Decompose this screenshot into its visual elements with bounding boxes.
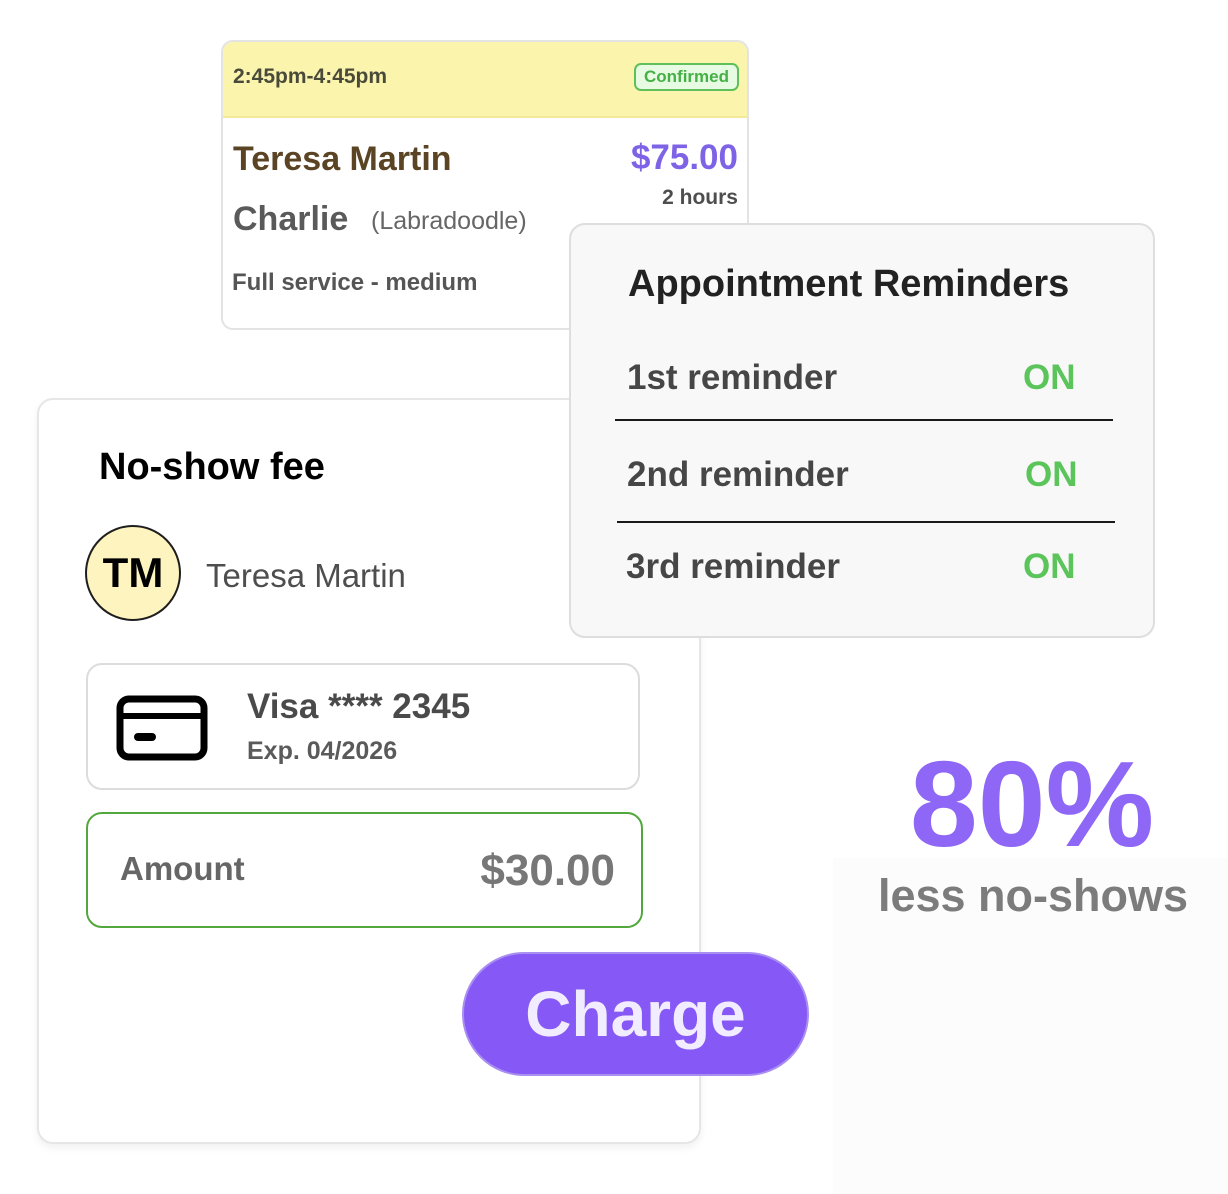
appointment-price: $75.00 xyxy=(630,138,738,177)
appointment-time: 2:45pm-4:45pm xyxy=(233,65,388,88)
reminder-status[interactable]: ON xyxy=(1023,358,1076,398)
client-name: Teresa Martin xyxy=(233,140,452,178)
stat-value: 80% xyxy=(909,736,1155,872)
payment-card[interactable]: Visa **** 2345 Exp. 04/2026 xyxy=(86,663,640,790)
charge-button[interactable]: Charge xyxy=(462,952,809,1076)
reminder-label: 1st reminder xyxy=(627,358,838,397)
reminder-label: 2nd reminder xyxy=(627,455,849,494)
status-badge: Confirmed xyxy=(634,63,739,91)
divider xyxy=(617,521,1115,523)
card-expiry: Exp. 04/2026 xyxy=(247,737,398,765)
appointment-header: 2:45pm-4:45pm Confirmed xyxy=(223,42,747,118)
amount-label: Amount xyxy=(120,850,245,887)
reminder-status[interactable]: ON xyxy=(1025,455,1078,495)
appointment-duration: 2 hours xyxy=(662,186,738,209)
no-show-title: No-show fee xyxy=(99,446,325,488)
pet-name: Charlie xyxy=(233,200,349,238)
pet-breed: (Labradoodle) xyxy=(371,207,527,235)
avatar-initials: TM xyxy=(102,549,164,596)
credit-card-icon xyxy=(116,695,208,761)
service-name: Full service - medium xyxy=(232,269,478,296)
reminder-label: 3rd reminder xyxy=(626,547,840,586)
divider xyxy=(615,419,1113,421)
reminder-row[interactable]: 2nd reminder ON xyxy=(615,455,1115,515)
stat-caption: less no-shows xyxy=(877,870,1189,921)
reminder-row[interactable]: 3rd reminder ON xyxy=(615,547,1115,607)
reminders-title: Appointment Reminders xyxy=(628,263,1070,305)
no-show-client-name: Teresa Martin xyxy=(206,557,406,594)
avatar: TM xyxy=(85,525,181,621)
appointment-reminders-card: Appointment Reminders 1st reminder ON 2n… xyxy=(569,223,1155,638)
card-number: Visa **** 2345 xyxy=(247,687,471,726)
reminder-status[interactable]: ON xyxy=(1023,547,1076,587)
amount-value[interactable]: $30.00 xyxy=(480,846,615,896)
reminder-row[interactable]: 1st reminder ON xyxy=(615,358,1115,418)
amount-input[interactable]: Amount $30.00 xyxy=(86,812,643,928)
